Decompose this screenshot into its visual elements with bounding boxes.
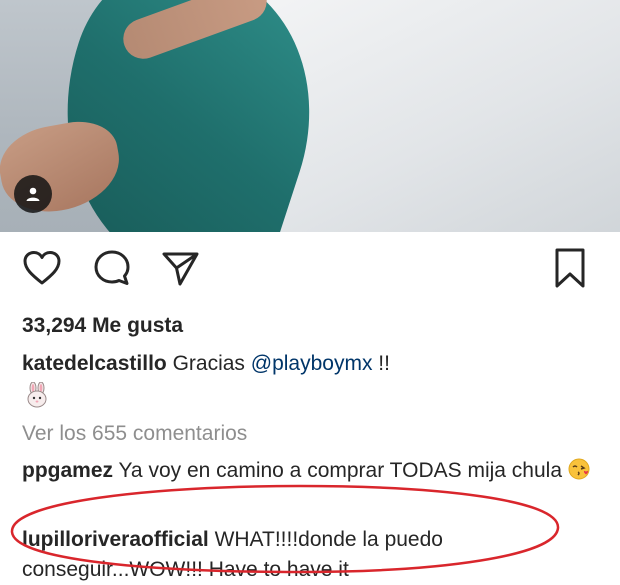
comment-item: ppgamez Ya voy en camino a comprar TODAS… — [22, 456, 602, 486]
comment-username[interactable]: ppgamez — [22, 459, 113, 482]
person-tag-icon[interactable] — [14, 175, 52, 213]
caption-text-after: !! — [372, 352, 390, 375]
comment-text: Ya voy en camino a comprar TODAS mija ch… — [118, 459, 563, 482]
comment-username[interactable]: lupilloriveraofficial — [22, 528, 209, 551]
view-all-comments-link[interactable]: Ver los 655 comentarios — [22, 422, 247, 446]
bookmark-icon[interactable] — [548, 246, 592, 290]
post-action-bar — [0, 246, 620, 296]
caption-mention-link[interactable]: @playboymx — [251, 352, 373, 375]
comment-item: lupilloriveraofficial WHAT!!!!donde la p… — [22, 525, 602, 585]
comment-bubble-icon[interactable] — [90, 246, 134, 290]
post-caption: katedelcastillo Gracias @playboymx !! — [22, 349, 612, 379]
post-image[interactable] — [0, 0, 620, 232]
caption-text-before: Gracias — [172, 352, 251, 375]
heart-icon[interactable] — [20, 246, 64, 290]
likes-count[interactable]: 33,294 Me gusta — [22, 314, 183, 338]
caption-username[interactable]: katedelcastillo — [22, 352, 167, 375]
kissing-face-emoji-icon — [566, 458, 592, 480]
paper-plane-icon[interactable] — [158, 246, 202, 290]
bunny-emoji-icon — [24, 381, 50, 408]
